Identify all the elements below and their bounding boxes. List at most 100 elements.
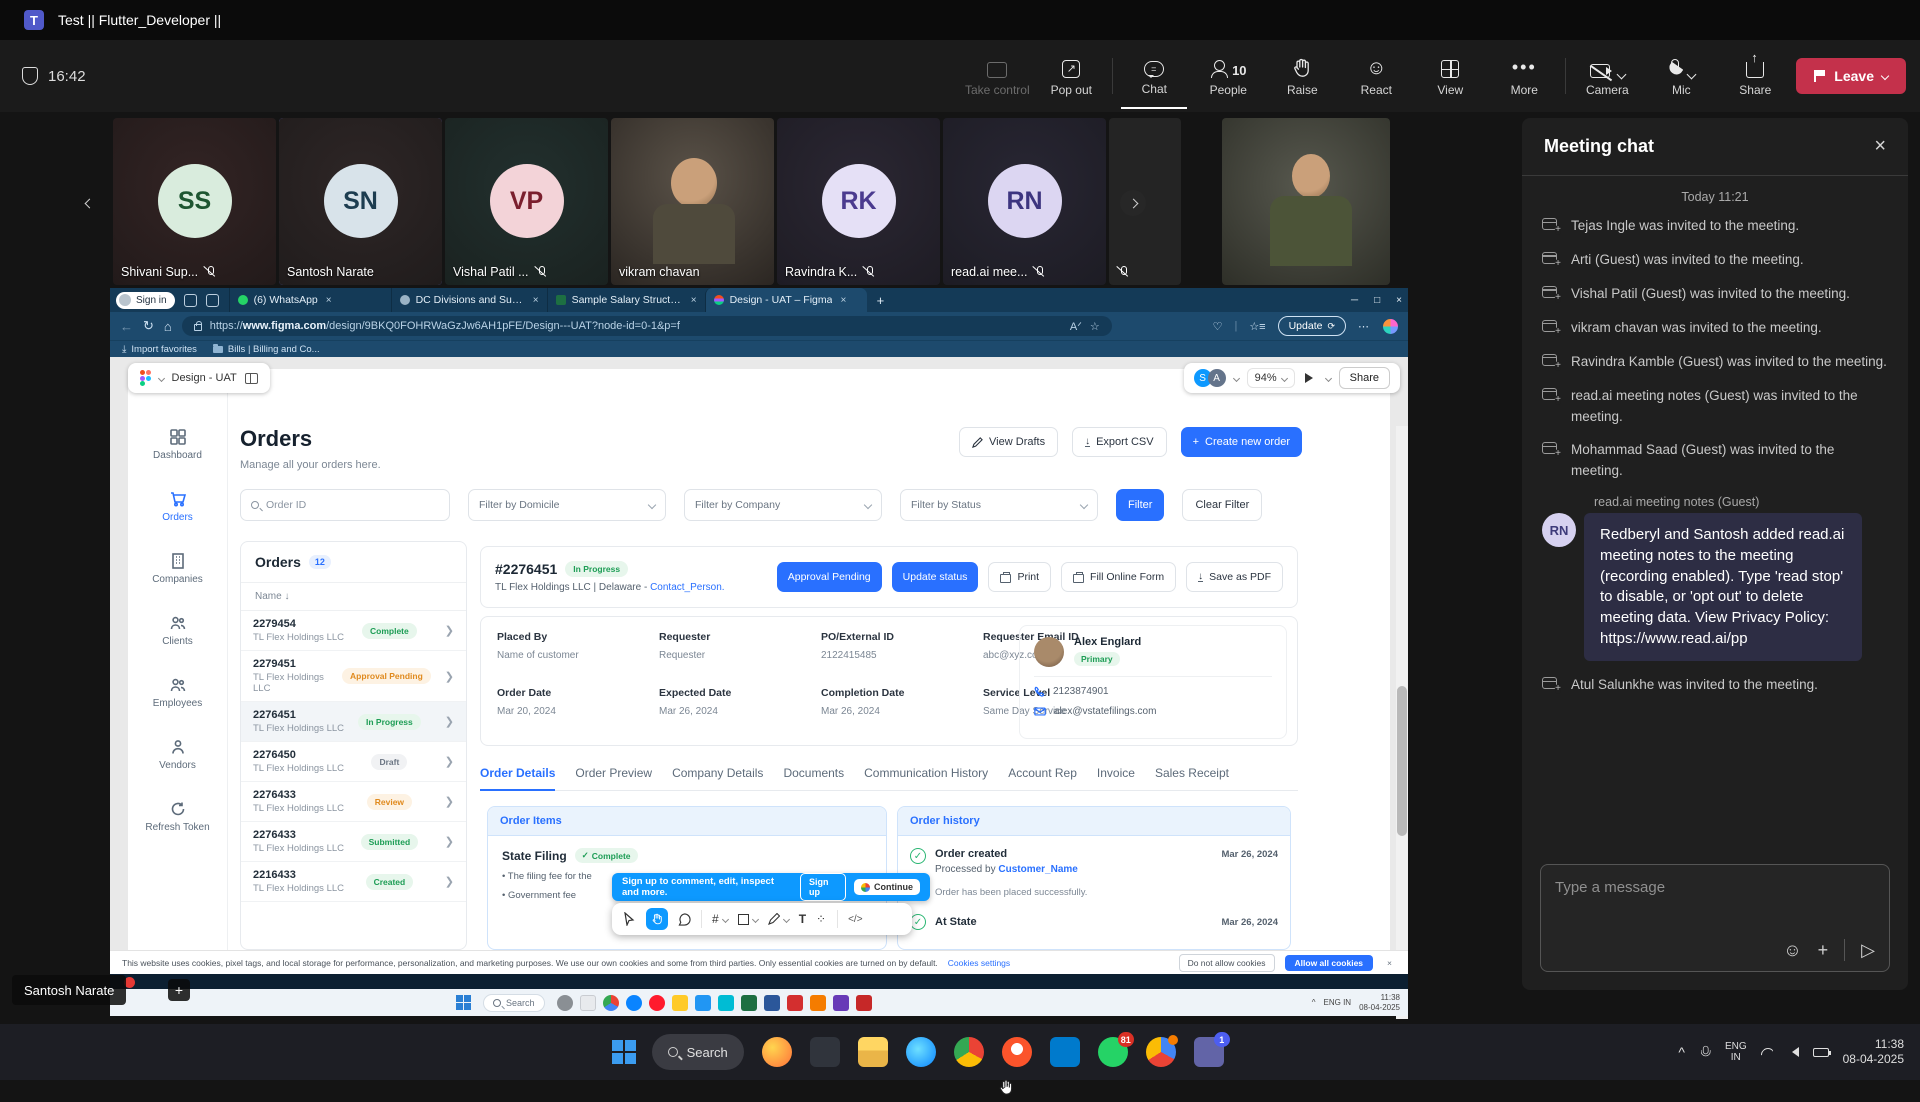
taskbar-app-icon[interactable] <box>856 995 872 1011</box>
browser-essentials-icon[interactable]: ♡ <box>1213 320 1223 333</box>
take-control-button[interactable]: Take control <box>964 43 1030 109</box>
tab-order-details[interactable]: Order Details <box>480 766 555 781</box>
export-csv-button[interactable]: ↓ Export CSV <box>1072 427 1166 457</box>
contact-phone[interactable]: 2123874901 <box>1034 686 1272 697</box>
start-icon[interactable] <box>456 995 471 1010</box>
video-tile[interactable]: SS Shivani Sup... <box>113 118 276 285</box>
edge-icon[interactable] <box>626 995 642 1011</box>
clock[interactable]: 11:38 08-04-2025 <box>1843 1037 1904 1067</box>
tiles-scroll-right-button[interactable] <box>1120 190 1146 216</box>
figma-logo-icon[interactable] <box>140 370 151 386</box>
chrome-icon[interactable] <box>954 1037 984 1067</box>
sidebar-item-companies[interactable]: Companies <box>128 553 227 585</box>
volume-icon[interactable] <box>1787 1047 1799 1057</box>
figma-share-button[interactable]: Share <box>1339 367 1390 389</box>
google-continue-button[interactable]: Continue <box>854 879 920 895</box>
people-button[interactable]: 10 People <box>1195 43 1261 109</box>
shape-tool-icon[interactable] <box>738 914 758 925</box>
order-row[interactable]: 2216433TL Flex Holdings LLC Created❯ <box>241 862 466 902</box>
minimize-icon[interactable]: ─ <box>1351 295 1358 306</box>
refresh-icon[interactable]: ↻ <box>143 318 154 334</box>
pin-presenter-button[interactable]: + <box>168 979 190 1001</box>
tab-order-preview[interactable]: Order Preview <box>575 766 652 781</box>
deny-cookies-button[interactable]: Do not allow cookies <box>1179 954 1275 972</box>
close-icon[interactable]: × <box>1874 135 1886 158</box>
save-as-pdf-button[interactable]: ↓Save as PDF <box>1186 562 1283 592</box>
taskbar-app-icon[interactable] <box>580 995 596 1011</box>
chrome-profile-icon[interactable] <box>1146 1037 1176 1067</box>
close-icon[interactable]: × <box>840 295 846 306</box>
order-row[interactable]: 2276450TL Flex Holdings LLC Draft❯ <box>241 742 466 782</box>
sidebar-item-orders[interactable]: Orders <box>128 491 227 523</box>
folder-icon[interactable] <box>672 995 688 1011</box>
taskbar-app-icon[interactable] <box>557 995 573 1011</box>
allow-cookies-button[interactable]: Allow all cookies <box>1285 955 1374 971</box>
create-new-order-button[interactable]: + Create new order <box>1181 427 1302 457</box>
print-button[interactable]: Print <box>988 562 1051 592</box>
video-tile[interactable]: vikram chavan <box>611 118 774 285</box>
comment-tool-icon[interactable] <box>678 913 691 926</box>
home-icon[interactable]: ⌂ <box>164 319 172 334</box>
tab-communication-history[interactable]: Communication History <box>864 766 988 781</box>
order-row-selected[interactable]: 2276451TL Flex Holdings LLC In Progress❯ <box>241 702 466 742</box>
opera-icon[interactable] <box>649 995 665 1011</box>
raise-hand-button[interactable]: Raise <box>1269 43 1335 109</box>
tab-actions-icon[interactable] <box>206 294 219 307</box>
maximize-icon[interactable]: □ <box>1374 295 1380 306</box>
firefox-icon[interactable] <box>762 1037 792 1067</box>
filter-domicile-select[interactable]: Filter by Domicile <box>468 489 666 521</box>
taskbar-search-box[interactable]: Search <box>652 1034 744 1070</box>
tab-sales-receipt[interactable]: Sales Receipt <box>1155 766 1229 781</box>
contact-email[interactable]: alex@vstatefilings.com <box>1034 706 1272 717</box>
move-cursor-icon[interactable] <box>622 912 636 926</box>
close-icon[interactable]: × <box>691 295 697 306</box>
chevron-down-icon[interactable] <box>1325 374 1332 381</box>
browser-tab[interactable]: Sample Salary Structure with calc× <box>547 288 705 312</box>
figma-canvas[interactable]: Dashboard Orders Companies Clients Emplo… <box>110 357 1408 950</box>
video-tile-active-speaker[interactable]: SN Santosh Narate <box>279 118 442 285</box>
pdf-icon[interactable] <box>787 995 803 1011</box>
figma-doc-title[interactable]: Design - UAT <box>172 372 237 384</box>
close-icon[interactable]: × <box>326 295 332 306</box>
remote-search-box[interactable]: Search <box>483 994 545 1012</box>
camera-button[interactable]: Camera <box>1574 43 1640 109</box>
tab-account-rep[interactable]: Account Rep <box>1008 766 1077 781</box>
resources-tool-icon[interactable]: ⁘ <box>816 912 827 926</box>
close-icon[interactable]: × <box>1387 958 1392 968</box>
chevron-down-icon[interactable] <box>157 374 164 381</box>
attach-plus-icon[interactable]: + <box>1818 940 1829 961</box>
chevron-down-icon[interactable] <box>1686 69 1696 79</box>
tab-documents[interactable]: Documents <box>783 766 844 781</box>
chat-input[interactable]: Type a message ☺ + ▷ <box>1540 864 1890 972</box>
word-icon[interactable] <box>764 995 780 1011</box>
teams-icon[interactable]: 1 <box>1194 1037 1224 1067</box>
close-icon[interactable]: × <box>1396 295 1402 306</box>
chat-button[interactable]: = Chat <box>1121 43 1187 109</box>
browser-tab[interactable]: DC Divisions and Surroundings× <box>391 288 547 312</box>
tray-expand-icon[interactable]: ^ <box>1312 998 1316 1007</box>
language-indicator[interactable]: ENGIN <box>1725 1041 1747 1064</box>
more-button[interactable]: ••• More <box>1491 43 1557 109</box>
filter-company-select[interactable]: Filter by Company <box>684 489 882 521</box>
favorites-folder[interactable]: Bills | Billing and Co... <box>213 344 320 355</box>
video-tile[interactable]: RK Ravindra K... <box>777 118 940 285</box>
taskbar-app-icon[interactable] <box>810 995 826 1011</box>
close-icon[interactable]: × <box>533 295 539 306</box>
pop-out-button[interactable]: ↗ Pop out <box>1038 43 1104 109</box>
send-icon[interactable]: ▷ <box>1861 940 1875 961</box>
sidebar-item-refresh-token[interactable]: Refresh Token <box>128 801 227 833</box>
video-tile[interactable]: RN read.ai mee... <box>943 118 1106 285</box>
taskbar-app-icon[interactable] <box>695 995 711 1011</box>
sidebar-item-dashboard[interactable]: Dashboard <box>128 429 227 461</box>
url-field[interactable]: https://www.figma.com/design/9BKQ0FOHRWa… <box>182 316 1112 336</box>
figma-signup-button[interactable]: Sign up <box>800 873 846 901</box>
copilot-tab-icon[interactable] <box>184 294 197 307</box>
language-indicator[interactable]: ENG IN <box>1324 998 1352 1007</box>
copilot-icon[interactable] <box>1383 319 1398 334</box>
update-browser-button[interactable]: Update⟳ <box>1278 316 1346 336</box>
text-tool-icon[interactable]: T <box>799 912 806 926</box>
hand-tool-icon[interactable] <box>646 908 668 930</box>
chevron-down-icon[interactable] <box>1233 374 1240 381</box>
wifi-icon[interactable] <box>1761 1048 1773 1057</box>
mic-button[interactable]: Mic <box>1648 43 1714 109</box>
